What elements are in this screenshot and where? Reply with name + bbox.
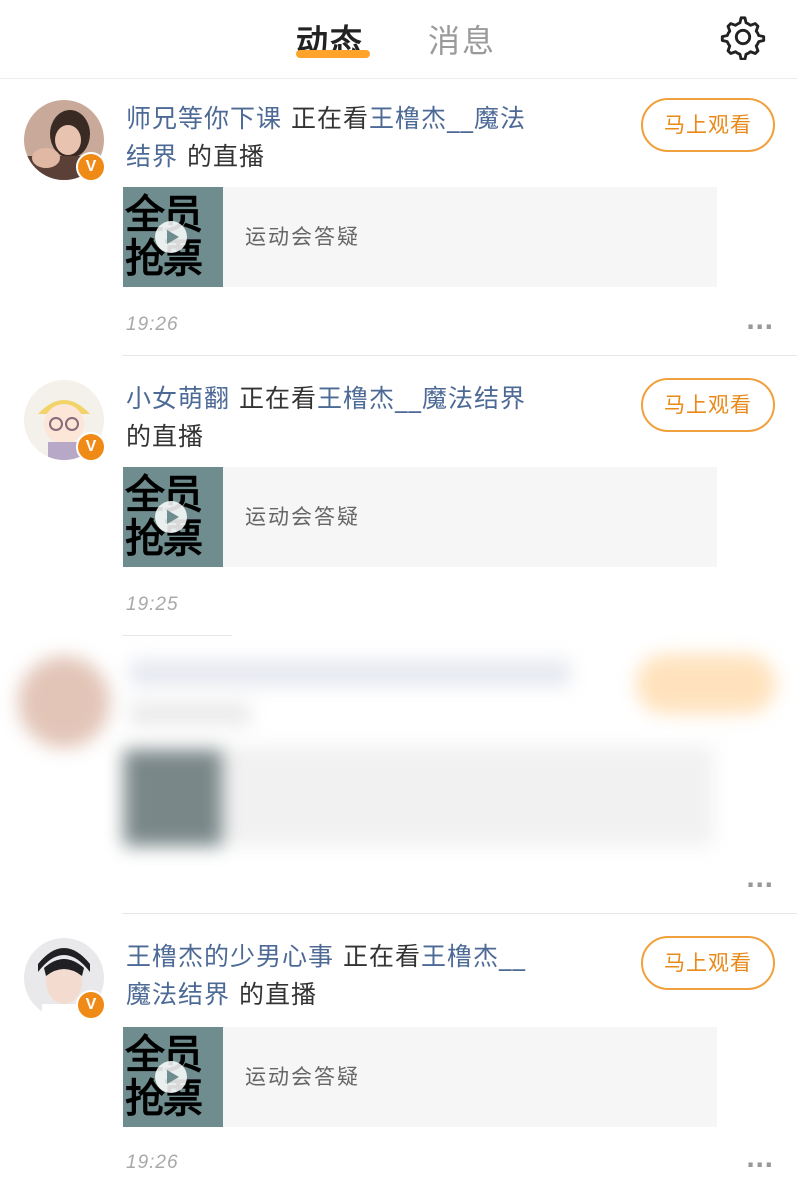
top-tab-bar: 动态 消息 bbox=[0, 0, 797, 79]
timestamp: 19:25 bbox=[126, 594, 179, 615]
feed-item[interactable]: V 小女萌翻 正在看王橹杰__魔法结界 的直播 马上观看 全员 抢票 运动会答疑… bbox=[0, 356, 797, 636]
stream-name-link-cont[interactable]: 魔法结界 bbox=[126, 980, 230, 1009]
feed-item-blurred[interactable]: ··· bbox=[0, 636, 797, 914]
active-tab-indicator bbox=[296, 50, 370, 58]
activity-verb: 正在看 bbox=[342, 942, 421, 971]
timestamp: 19:26 bbox=[126, 314, 179, 335]
stream-name-link[interactable]: 王橹杰__ bbox=[421, 942, 526, 971]
stream-card[interactable]: 全员 抢票 运动会答疑 bbox=[123, 1027, 717, 1127]
stream-title: 运动会答疑 bbox=[245, 225, 360, 249]
stream-title: 运动会答疑 bbox=[245, 1065, 360, 1089]
tab-messages[interactable]: 消息 bbox=[428, 16, 496, 62]
activity-text: 师兄等你下课 正在看王橹杰__魔法 结界 的直播 bbox=[126, 100, 596, 176]
watch-now-button[interactable]: 马上观看 bbox=[641, 936, 775, 990]
verified-badge: V bbox=[76, 432, 106, 462]
stream-thumbnail: 全员 抢票 bbox=[123, 187, 223, 287]
timestamp: 19:26 bbox=[126, 1152, 179, 1173]
stream-thumbnail: 全员 抢票 bbox=[123, 467, 223, 567]
verified-badge: V bbox=[76, 152, 106, 182]
user-name-link[interactable]: 小女萌翻 bbox=[126, 384, 230, 413]
stream-title: 运动会答疑 bbox=[245, 505, 360, 529]
stream-thumbnail: 全员 抢票 bbox=[123, 1027, 223, 1127]
blurred-content bbox=[0, 636, 797, 914]
stream-name-link[interactable]: 王橹杰__魔法 bbox=[369, 104, 526, 133]
user-name-link[interactable]: 王橹杰的少男心事 bbox=[126, 942, 334, 971]
more-options-icon[interactable]: ··· bbox=[746, 1153, 773, 1177]
play-icon bbox=[155, 1061, 187, 1093]
play-icon bbox=[155, 221, 187, 253]
more-options-icon[interactable]: ··· bbox=[746, 873, 773, 897]
activity-text: 小女萌翻 正在看王橹杰__魔法结界 的直播 bbox=[126, 380, 596, 456]
gear-icon[interactable] bbox=[720, 14, 766, 60]
feed-item[interactable]: V 王橹杰的少男心事 正在看王橹杰__ 魔法结界 的直播 马上观看 全员 抢票 … bbox=[0, 914, 797, 1194]
stream-card[interactable]: 全员 抢票 运动会答疑 bbox=[123, 467, 717, 567]
play-icon bbox=[155, 501, 187, 533]
stream-name-link-cont[interactable]: 结界 bbox=[126, 142, 178, 171]
activity-suffix: 的直播 bbox=[126, 422, 205, 451]
activity-verb: 正在看 bbox=[238, 384, 317, 413]
app-screen: 动态 消息 V 师兄等你下课 正在看王橹杰__魔法 结界 的直播 马上观看 全员… bbox=[0, 0, 797, 1194]
user-name-link[interactable]: 师兄等你下课 bbox=[126, 104, 282, 133]
watch-now-button[interactable]: 马上观看 bbox=[641, 98, 775, 152]
more-options-icon[interactable]: ··· bbox=[746, 315, 773, 339]
feed-item[interactable]: V 师兄等你下课 正在看王橹杰__魔法 结界 的直播 马上观看 全员 抢票 运动… bbox=[0, 78, 797, 356]
activity-verb: 正在看 bbox=[290, 104, 369, 133]
watch-now-button[interactable]: 马上观看 bbox=[641, 378, 775, 432]
activity-suffix: 的直播 bbox=[238, 980, 317, 1009]
stream-card[interactable]: 全员 抢票 运动会答疑 bbox=[123, 187, 717, 287]
activity-suffix: 的直播 bbox=[186, 142, 265, 171]
stream-name-link[interactable]: 王橹杰__魔法结界 bbox=[317, 384, 526, 413]
verified-badge: V bbox=[76, 990, 106, 1020]
activity-text: 王橹杰的少男心事 正在看王橹杰__ 魔法结界 的直播 bbox=[126, 938, 596, 1014]
